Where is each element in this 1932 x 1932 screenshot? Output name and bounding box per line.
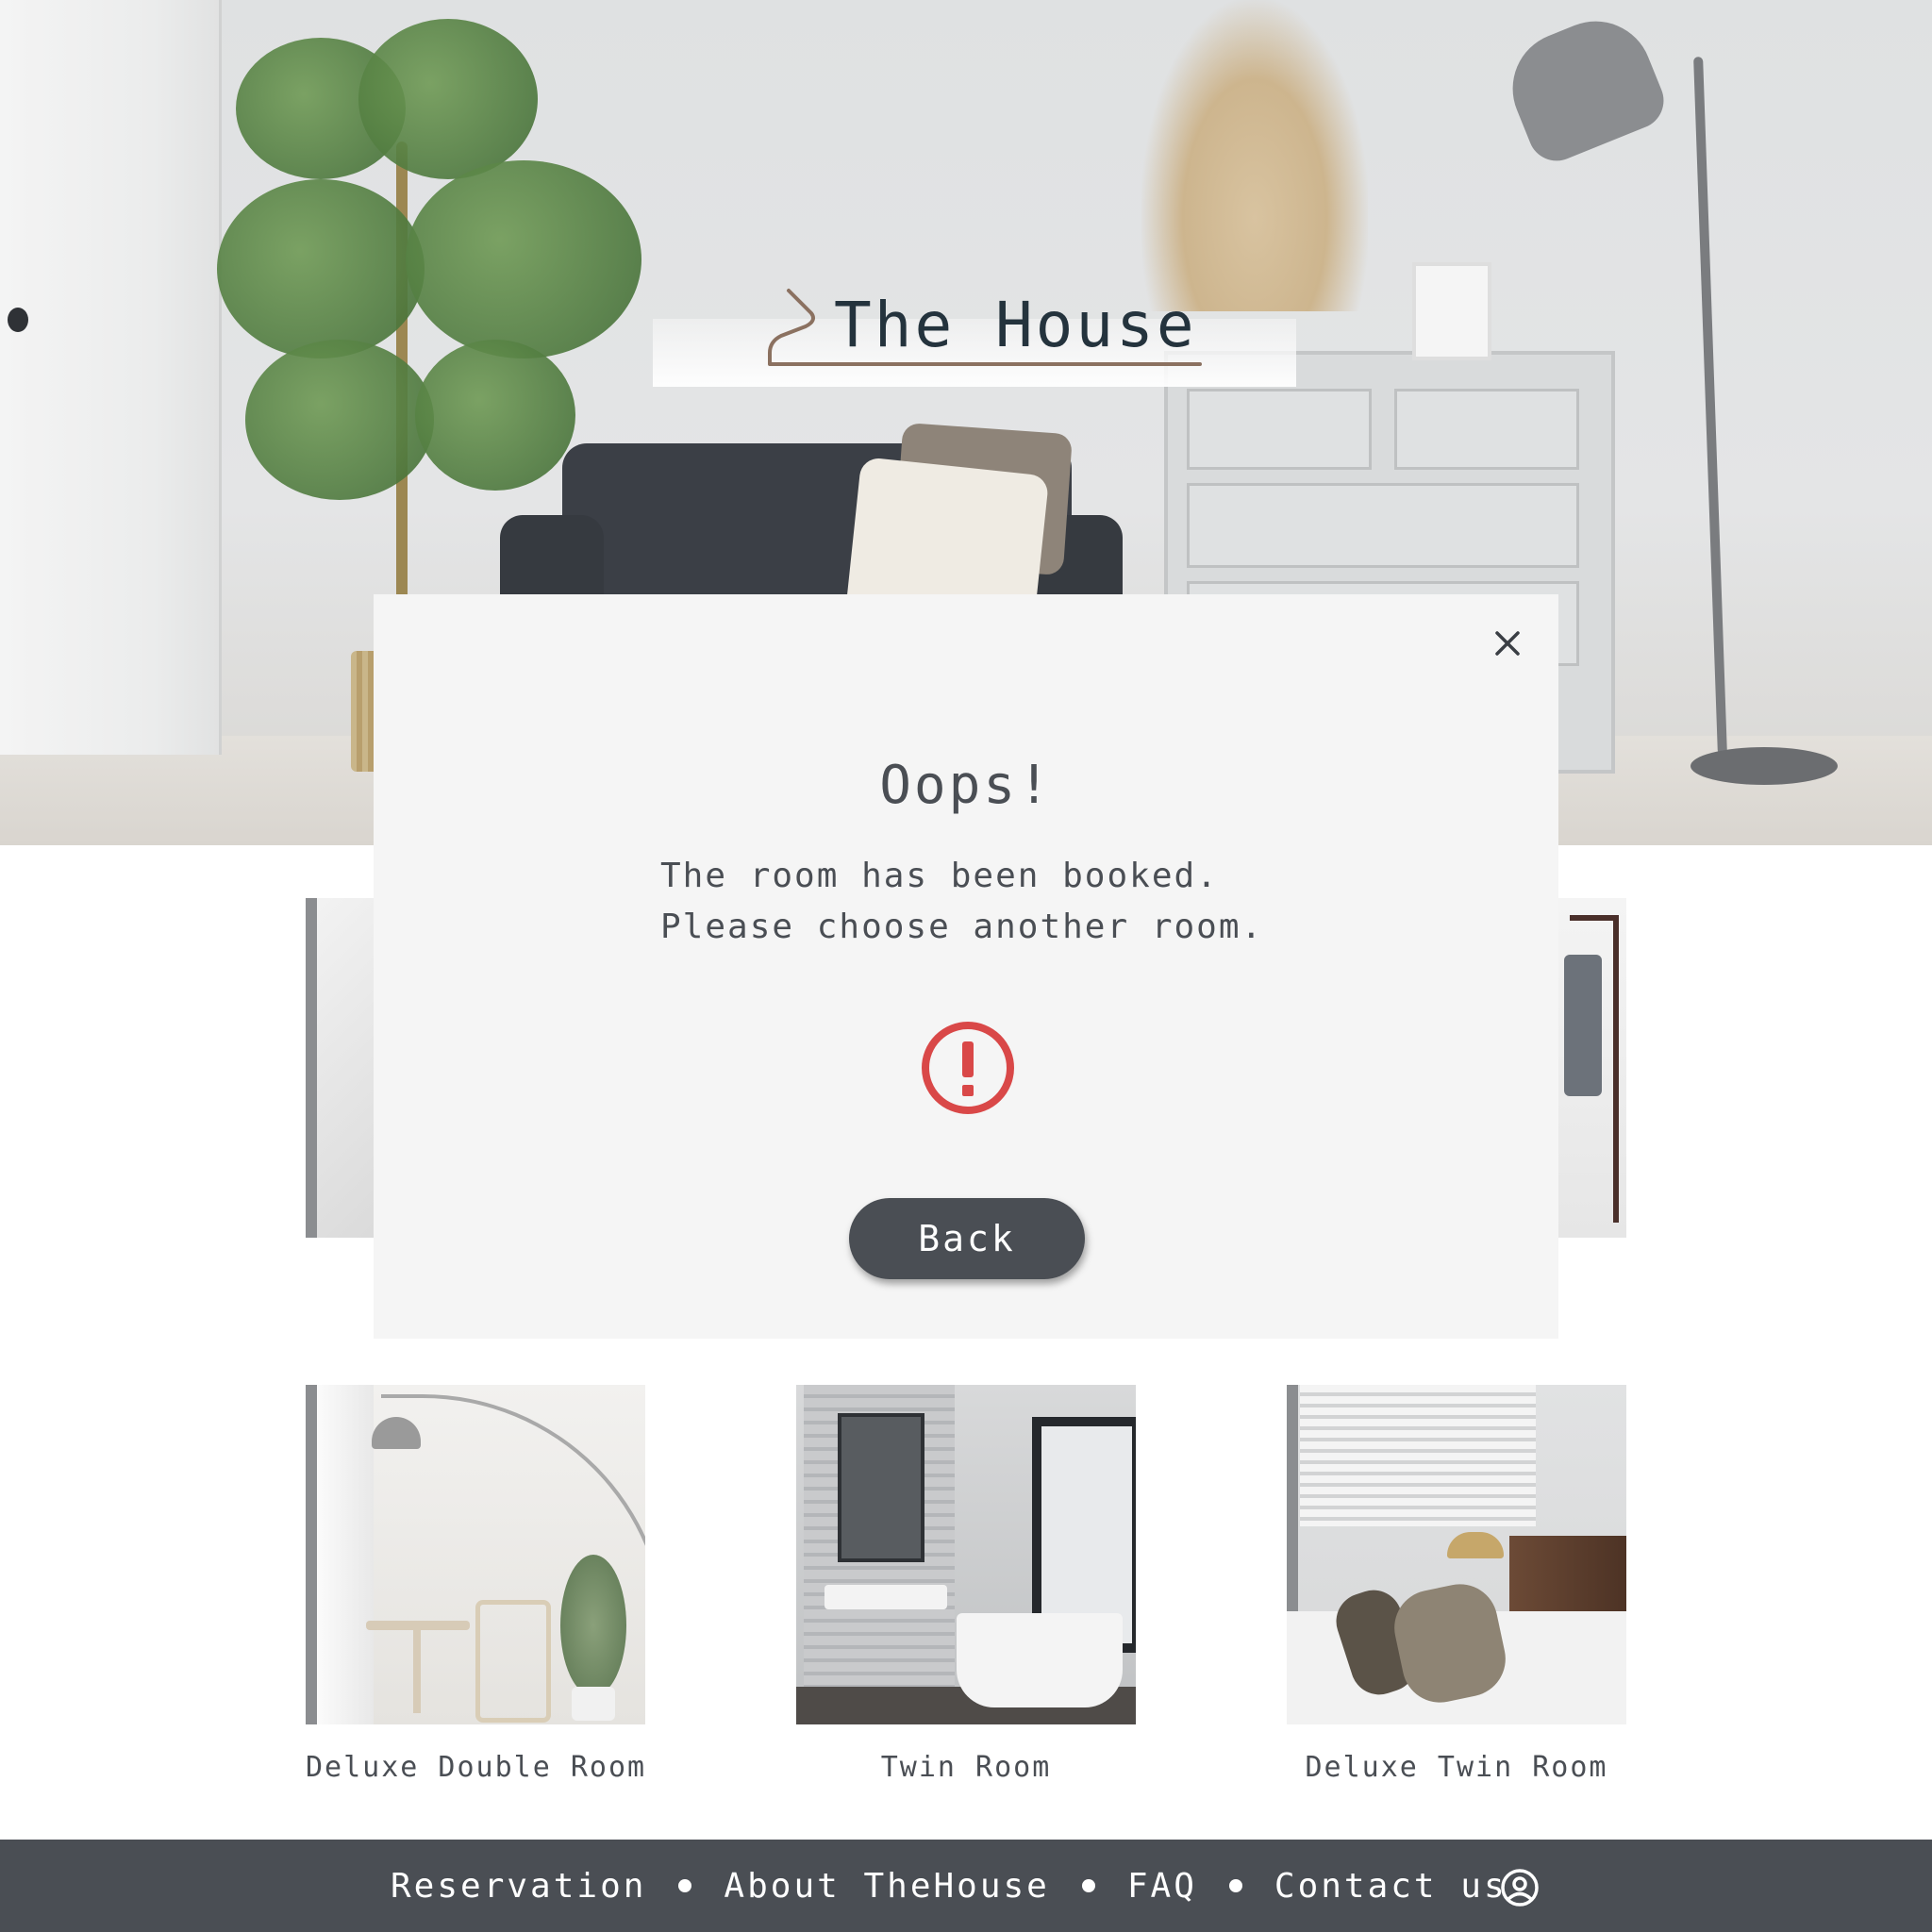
footer-link-reservation[interactable]: Reservation [391, 1867, 646, 1906]
room-card-image[interactable] [1287, 1385, 1626, 1724]
image-edge [306, 1385, 317, 1724]
sink [824, 1585, 947, 1609]
room-card-image[interactable] [796, 1385, 1136, 1724]
room-card-image[interactable] [1557, 898, 1626, 1238]
floor-lamp [1693, 57, 1727, 755]
image-edge [306, 898, 317, 1238]
dialog-message-line: The room has been booked. [660, 857, 1219, 895]
lamp-base [1690, 747, 1838, 785]
door-knob [8, 308, 28, 332]
dialog-message: The room has been booked. Please choose … [660, 851, 1321, 953]
footer-link-about[interactable]: About TheHouse [724, 1867, 1049, 1906]
separator-dot [1081, 1879, 1095, 1892]
pampas-grass [1141, 0, 1368, 311]
user-circle-icon[interactable] [1500, 1868, 1540, 1907]
drawer [1394, 389, 1579, 470]
plant-leaves [415, 340, 575, 491]
curtain [317, 1385, 374, 1724]
bathtub [957, 1613, 1123, 1707]
potted-plant [560, 1555, 626, 1696]
bedside-lamp [1447, 1532, 1504, 1558]
plant-leaves [406, 160, 641, 358]
footer-link-contact[interactable]: Contact us [1274, 1867, 1507, 1906]
plant-pot [572, 1687, 615, 1721]
hanging-shirt [1564, 955, 1602, 1096]
site-logo-text[interactable]: The House [834, 288, 1211, 363]
separator-dot [678, 1879, 692, 1892]
plant-leaves [217, 179, 425, 358]
window-blinds [1300, 1385, 1536, 1526]
hero-door [0, 0, 222, 755]
drawer [1187, 483, 1579, 568]
mirror [838, 1413, 924, 1562]
footer-nav: Reservation About TheHouse FAQ Contact u… [391, 1840, 1507, 1932]
room-card-title[interactable]: Deluxe Twin Room [1287, 1751, 1626, 1784]
dialog-message-line: Please choose another room. [660, 908, 1264, 946]
dialog-title: Oops! [879, 755, 1053, 816]
room-card-title[interactable]: Twin Room [796, 1751, 1136, 1784]
picture-frame [1412, 262, 1491, 360]
back-button[interactable]: Back [849, 1198, 1085, 1279]
footer-bar: Reservation About TheHouse FAQ Contact u… [0, 1840, 1932, 1932]
close-icon[interactable] [1492, 628, 1523, 658]
footer-link-faq[interactable]: FAQ [1127, 1867, 1197, 1906]
lamp-shade [1495, 4, 1673, 170]
chair [475, 1600, 551, 1723]
table-leg [413, 1628, 421, 1713]
drawer [1187, 389, 1372, 470]
alert-circle-icon [922, 1022, 1014, 1114]
room-card-image[interactable] [306, 898, 381, 1238]
booking-error-dialog: Oops! The room has been booked. Please c… [374, 594, 1558, 1339]
room-card-image[interactable] [306, 1385, 645, 1724]
plant-leaves [358, 19, 538, 179]
separator-dot [1228, 1879, 1242, 1892]
plant-leaves [245, 340, 434, 500]
room-card-title[interactable]: Deluxe Double Room [306, 1751, 645, 1784]
